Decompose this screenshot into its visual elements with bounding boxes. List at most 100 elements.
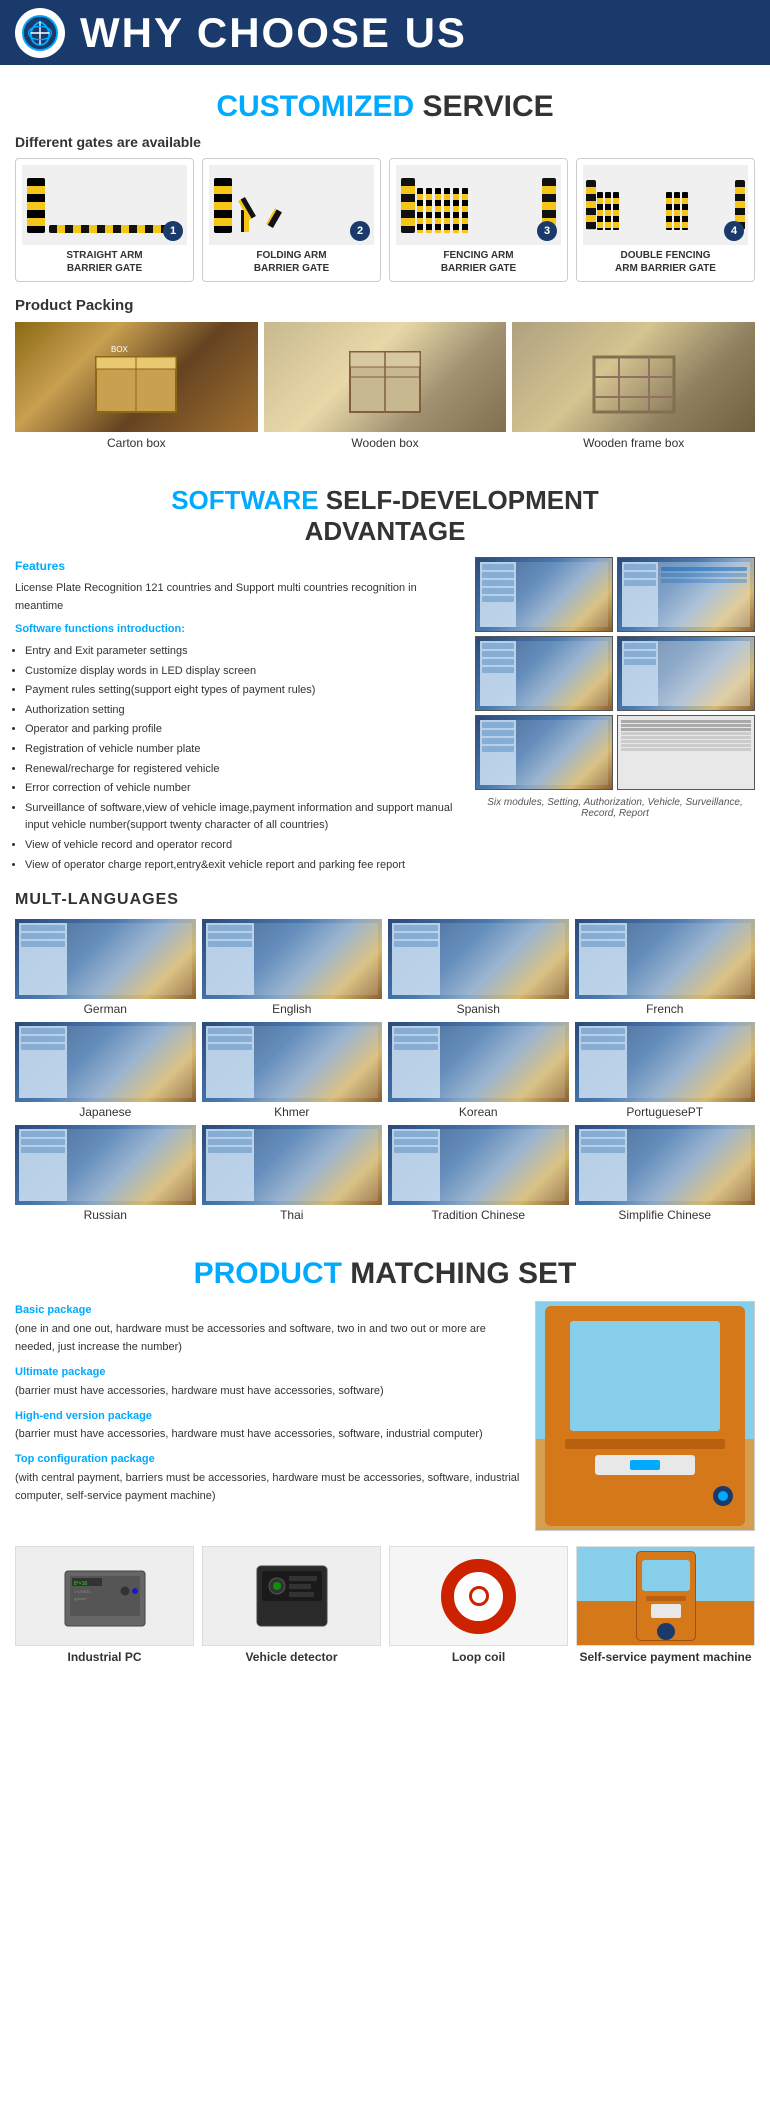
languages-grid: German English Spanish French Japanese — [15, 919, 755, 1222]
gate-num-1: 1 — [163, 221, 183, 241]
screen-thumb-4 — [617, 636, 755, 711]
func-item-10: View of vehicle record and operator reco… — [25, 837, 465, 855]
func-item-11: View of operator charge report,entry&exi… — [25, 857, 465, 875]
package-top-desc: (with central payment, barriers must be … — [15, 1472, 519, 1503]
package-highend-desc: (barrier must have accessories, hardware… — [15, 1428, 483, 1440]
gates-grid: 1 STRAIGHT ARMBARRIER GATE — [15, 158, 755, 282]
company-logo — [15, 8, 65, 58]
lang-label-russian: Russian — [15, 1208, 196, 1222]
packing-item-2: Wooden box — [264, 322, 507, 450]
packages-text: Basic package (one in and one out, hardw… — [15, 1301, 525, 1531]
product-payment-machine: Self-service payment machine — [576, 1546, 755, 1664]
machine-image — [535, 1301, 755, 1531]
software-screens: Six modules, Setting, Authorization, Veh… — [475, 557, 755, 876]
product-image-coil — [389, 1546, 568, 1646]
lang-label-thai: Thai — [202, 1208, 383, 1222]
matching-title-normal: MATCHING SET — [342, 1257, 576, 1290]
matching-section: PRODUCT MATCHING SET Basic package (one … — [0, 1232, 770, 1674]
product-image-pc: 8°×16 1*USB30 golden — [15, 1546, 194, 1646]
lang-item-korean: Korean — [388, 1022, 569, 1119]
package-ultimate: Ultimate package (barrier must have acce… — [15, 1363, 525, 1400]
software-functions-list: Entry and Exit parameter settings Custom… — [15, 643, 465, 874]
matching-title: PRODUCT MATCHING SET — [15, 1257, 755, 1291]
lang-image-german — [15, 919, 196, 999]
service-title-normal: SERVICE — [414, 90, 554, 123]
package-highend: High-end version package (barrier must h… — [15, 1407, 525, 1444]
packing-grid: BOX Carton box Wooden box — [15, 322, 755, 450]
package-basic-desc: (one in and one out, hardware must be ac… — [15, 1323, 486, 1354]
product-label-detector: Vehicle detector — [202, 1650, 381, 1664]
packing-label-1: Carton box — [15, 436, 258, 450]
service-title: CUSTOMIZED SERVICE — [15, 90, 755, 124]
lang-label-khmer: Khmer — [202, 1105, 383, 1119]
gate-image-1: 1 — [22, 165, 187, 245]
screen-thumb-3 — [475, 636, 613, 711]
lang-item-german: German — [15, 919, 196, 1016]
func-item-6: Registration of vehicle number plate — [25, 741, 465, 759]
func-item-3: Payment rules setting(support eight type… — [25, 682, 465, 700]
screen-caption: Six modules, Setting, Authorization, Veh… — [475, 797, 755, 819]
software-section: SOFTWARE SELF-DEVELOPMENTADVANTAGE Featu… — [0, 455, 770, 881]
product-label-payment: Self-service payment machine — [576, 1650, 755, 1664]
screen-thumb-2 — [617, 557, 755, 632]
package-top: Top configuration package (with central … — [15, 1450, 525, 1506]
lang-label-german: German — [15, 1002, 196, 1016]
func-item-8: Error correction of vehicle number — [25, 780, 465, 798]
lang-item-portuguese: PortuguesePT — [575, 1022, 756, 1119]
lang-item-thai: Thai — [202, 1125, 383, 1222]
lang-image-portuguese — [575, 1022, 756, 1102]
packing-label-2: Wooden box — [264, 436, 507, 450]
screen-thumb-5 — [475, 715, 613, 790]
lang-item-khmer: Khmer — [202, 1022, 383, 1119]
gate-label-3: FENCING ARMBARRIER GATE — [396, 249, 561, 275]
gate-label-1: STRAIGHT ARMBARRIER GATE — [22, 249, 187, 275]
software-text-block: Features License Plate Recognition 121 c… — [15, 557, 465, 876]
features-text: License Plate Recognition 121 countries … — [15, 580, 465, 615]
func-item-5: Operator and parking profile — [25, 721, 465, 739]
lang-label-korean: Korean — [388, 1105, 569, 1119]
package-highend-title: High-end version package — [15, 1410, 152, 1422]
lang-image-thai — [202, 1125, 383, 1205]
func-item-4: Authorization setting — [25, 702, 465, 720]
matching-content: Basic package (one in and one out, hardw… — [15, 1301, 755, 1531]
svg-text:BOX: BOX — [111, 345, 129, 354]
gate-item-3: 3 FENCING ARMBARRIER GATE — [389, 158, 568, 282]
lang-item-japanese: Japanese — [15, 1022, 196, 1119]
gate-item-1: 1 STRAIGHT ARMBARRIER GATE — [15, 158, 194, 282]
package-ultimate-title: Ultimate package — [15, 1366, 105, 1378]
packing-label-3: Wooden frame box — [512, 436, 755, 450]
page-title: WHY CHOOSE US — [80, 9, 467, 57]
screen-thumb-6 — [617, 715, 755, 790]
service-title-highlight: CUSTOMIZED — [216, 90, 414, 123]
product-vehicle-detector: Vehicle detector — [202, 1546, 381, 1664]
gates-heading: Different gates are available — [15, 134, 755, 150]
lang-image-simplifie-chinese — [575, 1125, 756, 1205]
func-item-9: Surveillance of software,view of vehicle… — [25, 800, 465, 835]
lang-image-tradition-chinese — [388, 1125, 569, 1205]
svg-text:golden: golden — [74, 1596, 86, 1601]
software-title: SOFTWARE SELF-DEVELOPMENTADVANTAGE — [15, 485, 755, 547]
gate-item-2: 2 FOLDING ARMBARRIER GATE — [202, 158, 381, 282]
svg-text:8°×16: 8°×16 — [74, 1581, 87, 1587]
product-loop-coil: Loop coil — [389, 1546, 568, 1664]
lang-item-russian: Russian — [15, 1125, 196, 1222]
packing-item-3: Wooden frame box — [512, 322, 755, 450]
product-label-coil: Loop coil — [389, 1650, 568, 1664]
lang-item-english: English — [202, 919, 383, 1016]
matching-title-highlight: PRODUCT — [194, 1257, 342, 1290]
products-grid: 8°×16 1*USB30 golden Industrial PC — [15, 1546, 755, 1664]
screen-row-2 — [475, 636, 755, 711]
func-item-2: Customize display words in LED display s… — [25, 663, 465, 681]
lang-image-japanese — [15, 1022, 196, 1102]
lang-label-french: French — [575, 1002, 756, 1016]
lang-image-spanish — [388, 919, 569, 999]
product-industrial-pc: 8°×16 1*USB30 golden Industrial PC — [15, 1546, 194, 1664]
packing-item-1: BOX Carton box — [15, 322, 258, 450]
page-header: WHY CHOOSE US — [0, 0, 770, 65]
package-ultimate-desc: (barrier must have accessories, hardware… — [15, 1385, 384, 1397]
gate-num-3: 3 — [537, 221, 557, 241]
package-top-title: Top configuration package — [15, 1453, 155, 1465]
packing-image-1: BOX — [15, 322, 258, 432]
screen-thumb-1 — [475, 557, 613, 632]
lang-image-english — [202, 919, 383, 999]
